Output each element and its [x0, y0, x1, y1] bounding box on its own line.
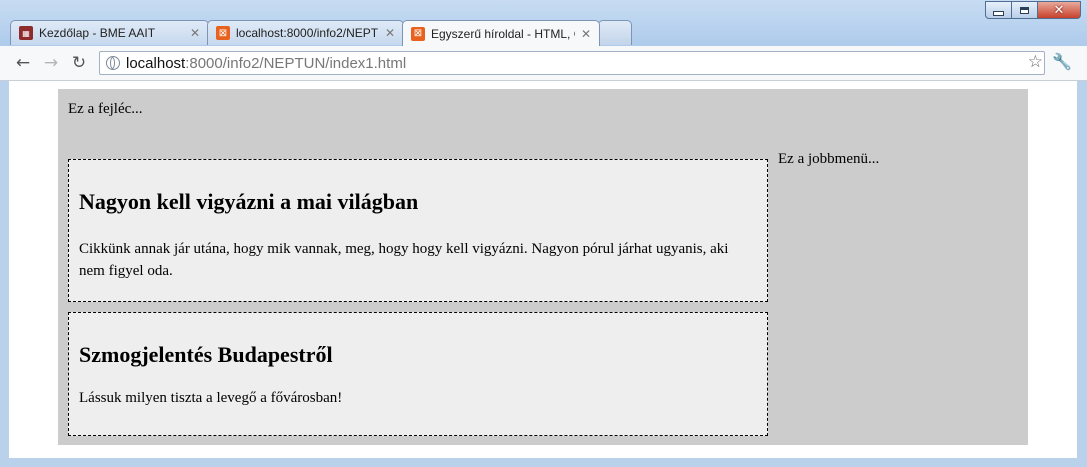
article: Nagyon kell vigyázni a mai világban Cikk…: [68, 159, 768, 302]
close-window-button[interactable]: ✕: [1037, 1, 1081, 19]
reload-button[interactable]: ↻: [68, 52, 90, 74]
tab-title: Egyszerű híroldal - HTML, C: [431, 26, 575, 41]
tab-egyszeru-hiroldal[interactable]: ⊠ Egyszerű híroldal - HTML, C ✕: [402, 20, 600, 46]
tab-close-icon[interactable]: ✕: [581, 27, 591, 41]
tab-localhost[interactable]: ⊠ localhost:8000/info2/NEPTUN ✕: [207, 20, 404, 45]
minimize-button[interactable]: [985, 1, 1011, 19]
window-controls: ✕: [985, 1, 1081, 19]
tab-title: localhost:8000/info2/NEPTUN: [236, 26, 379, 40]
maximize-icon: [1020, 6, 1029, 14]
tab-close-icon[interactable]: ✕: [385, 26, 395, 40]
page-container: Ez a fejléc... Nagyon kell vigyázni a ma…: [58, 89, 1028, 445]
bookmark-star-icon[interactable]: ☆: [1028, 52, 1043, 72]
tab-close-icon[interactable]: ✕: [190, 26, 200, 40]
article-title: Nagyon kell vigyázni a mai világban: [79, 189, 419, 214]
forward-arrow-icon: →: [43, 53, 59, 73]
main-content: Nagyon kell vigyázni a mai világban Cikk…: [68, 159, 768, 436]
article-title: Szmogjelentés Budapestről: [79, 342, 333, 367]
globe-icon: [106, 56, 120, 70]
tab-strip: ▦ Kezdőlap - BME AAIT ✕ ⊠ localhost:8000…: [10, 20, 632, 46]
back-arrow-icon: ←: [15, 53, 31, 73]
window-bottom-frame: [0, 458, 1087, 467]
article: Szmogjelentés Budapestről Lássuk milyen …: [68, 312, 768, 436]
url-host: localhost: [126, 54, 186, 72]
article-body: Cikkünk annak jár utána, hogy mik vannak…: [79, 241, 729, 279]
close-icon: ✕: [1053, 2, 1065, 18]
xampp-favicon-icon: ⊠: [411, 26, 425, 41]
minimize-icon: [993, 10, 1004, 16]
tab-title: Kezdőlap - BME AAIT: [39, 26, 156, 40]
url-path: :8000/info2/NEPTUN/index1.html: [185, 54, 407, 72]
page-viewport: Ez a fejléc... Nagyon kell vigyázni a ma…: [9, 81, 1077, 458]
browser-toolbar: ← → ↻ localhost:8000/info2/NEPTUN/index1…: [0, 46, 1087, 81]
page-header: Ez a fejléc...: [68, 101, 143, 117]
right-menu: Ez a jobbmenü...: [778, 151, 880, 167]
reload-icon: ↻: [71, 53, 87, 73]
article-body: Lássuk milyen tiszta a levegő a fővárosb…: [79, 390, 343, 406]
window-titlebar: ✕ ▦ Kezdőlap - BME AAIT ✕ ⊠ localhost:80…: [0, 0, 1087, 46]
xampp-favicon-icon: ⊠: [216, 26, 230, 40]
aait-favicon-icon: ▦: [19, 26, 33, 40]
wrench-menu-icon[interactable]: 🔧: [1052, 52, 1072, 71]
back-button[interactable]: ←: [12, 52, 34, 74]
tab-kezdolap[interactable]: ▦ Kezdőlap - BME AAIT ✕: [10, 20, 209, 45]
maximize-button[interactable]: [1011, 1, 1037, 19]
new-tab-button[interactable]: [598, 20, 632, 45]
address-bar[interactable]: localhost:8000/info2/NEPTUN/index1.html …: [99, 51, 1045, 75]
forward-button[interactable]: →: [40, 52, 62, 74]
